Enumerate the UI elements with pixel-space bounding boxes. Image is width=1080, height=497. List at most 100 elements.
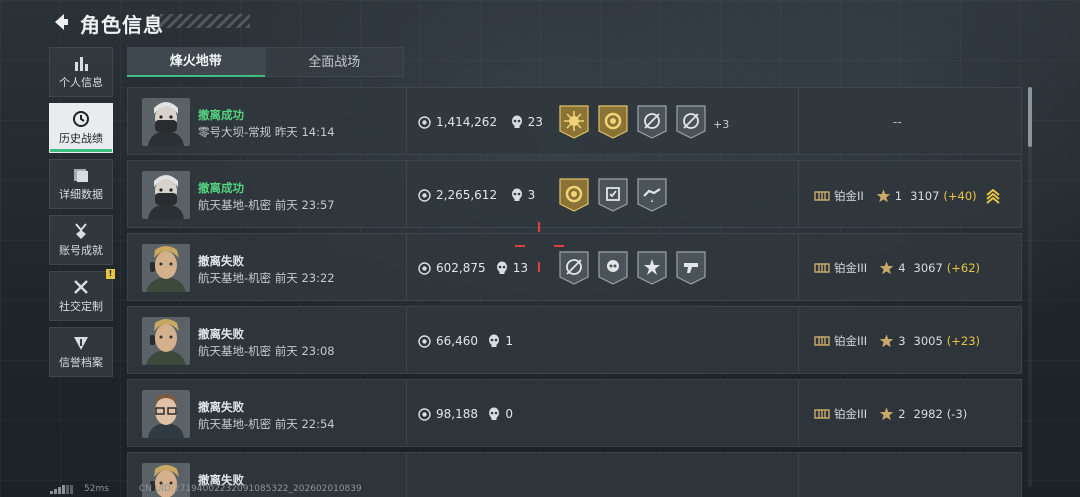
sidebar-item[interactable]: 个人信息 — [49, 47, 113, 97]
platinum-rank-icon — [814, 409, 830, 419]
match-row[interactable]: 撤离成功 零号大坝-常规 昨天 14:14 1,414,262 23 +3 -- — [127, 87, 1022, 155]
coin-icon — [418, 408, 431, 421]
coin-icon — [418, 335, 431, 348]
bar-chart-icon — [75, 57, 88, 71]
medal-icon[interactable] — [676, 105, 706, 143]
row-divider — [798, 234, 799, 300]
sidebar-item[interactable]: 社交定制! — [49, 269, 115, 321]
row-divider — [406, 307, 407, 373]
mode-tabs: 烽火地带 全面战场 — [127, 47, 404, 77]
tools-icon — [74, 280, 88, 294]
rank-stars: 1 — [894, 189, 903, 203]
kill-count: 0 — [505, 407, 514, 421]
match-time: 前天 23:22 — [274, 271, 335, 285]
kill-count: 1 — [505, 334, 514, 348]
medal-icon[interactable] — [637, 251, 667, 289]
ping-value: 52ms — [84, 484, 109, 494]
tab-firezone[interactable]: 烽火地带 — [127, 47, 265, 77]
medal-icon[interactable] — [637, 105, 667, 143]
row-divider — [406, 380, 407, 446]
platinum-rank-icon — [814, 336, 830, 346]
medal-icon[interactable] — [559, 105, 589, 143]
sidebar-item[interactable]: 信誉档案 — [49, 327, 113, 377]
rank-stars: 2 — [898, 407, 906, 421]
row-divider — [406, 88, 407, 154]
kill-count: 13 — [512, 261, 529, 275]
rank-score: 3005 — [913, 334, 943, 348]
loot-value: 1,414,262 — [436, 115, 498, 129]
medal-icon[interactable] — [637, 178, 667, 216]
sidebar: 个人信息 历史战绩 详细数据 账号成就 社交定制! 信誉档案 — [49, 47, 115, 383]
sidebar-item[interactable]: 详细数据 — [49, 159, 113, 209]
medal-list — [559, 178, 667, 216]
row-divider — [406, 234, 407, 300]
medal-icon[interactable] — [559, 178, 589, 216]
sidebar-item-label: 信誉档案 — [59, 356, 103, 369]
score-delta: (+40) — [943, 189, 977, 203]
loot-value: 602,875 — [436, 261, 486, 275]
sidebar-item[interactable]: 账号成就 — [49, 215, 113, 265]
sidebar-item-label: 历史战绩 — [59, 132, 103, 145]
match-row[interactable]: 撤离失败 航天基地-机密 前天 23:08 66,460 1 铂金III 3 3005 (+2… — [127, 306, 1022, 374]
scroll-thumb[interactable] — [1028, 87, 1032, 147]
page-title: 角色信息 — [80, 13, 164, 37]
extract-status: 撤离成功 — [198, 181, 244, 195]
rank-score: 3067 — [913, 261, 943, 275]
skull-icon — [489, 407, 500, 420]
sidebar-item-label: 详细数据 — [59, 188, 103, 201]
extract-status: 撤离失败 — [198, 254, 244, 268]
crosshair-mark — [538, 222, 540, 232]
match-row[interactable]: 撤离失败 航天基地-机密 前天 23:22 602,875 13 铂金III 4 3067(… — [127, 233, 1022, 301]
star-icon — [876, 189, 891, 203]
uid-text: CN UID:2719400223209108532​2_20260201083… — [138, 484, 362, 494]
sidebar-item[interactable]: 历史战绩 — [49, 103, 113, 153]
sidebar-item-label: 社交定制 — [59, 300, 103, 313]
medal-icon[interactable] — [598, 178, 628, 216]
row-divider — [406, 161, 407, 227]
star-icon — [879, 261, 894, 275]
medal-icon[interactable] — [559, 251, 589, 289]
row-divider — [798, 161, 799, 227]
match-row[interactable]: 撤离成功 航天基地-机密 前天 23:57 2,265,612 3 铂金II 1 3107(… — [127, 160, 1022, 228]
rank-info: 铂金III 2 2982 (-3) — [814, 406, 967, 422]
history-icon — [73, 111, 89, 127]
shield-icon — [74, 337, 88, 350]
rank-stars: 4 — [898, 261, 906, 275]
medal-icon[interactable] — [598, 251, 628, 289]
loot-value: 66,460 — [436, 334, 478, 348]
kill-count: 3 — [527, 188, 536, 202]
match-meta: 航天基地-机密 前天 22:54 — [198, 416, 335, 432]
rank-score: 3107 — [910, 189, 940, 203]
match-meta: 航天基地-机密 前天 23:57 — [198, 197, 335, 213]
operator-avatar — [142, 171, 190, 219]
crosshair-mark — [554, 245, 564, 247]
map-name: 零号大坝-常规 — [198, 125, 272, 139]
medal-icon[interactable] — [676, 251, 706, 289]
rank-info: 铂金II 1 3107 (+40) — [814, 187, 1001, 205]
rank-up-chevron-icon — [986, 188, 1000, 204]
back-arrow-icon[interactable] — [50, 11, 72, 33]
match-time: 昨天 14:14 — [274, 125, 335, 139]
match-row[interactable]: 撤离失败 航天基地-机密 前天 22:54 98,188 0 铂金III 2 2982 (-3… — [127, 379, 1022, 447]
kill-count: 23 — [527, 115, 543, 129]
match-meta: 零号大坝-常规 昨天 14:14 — [198, 124, 335, 140]
medal-icon — [75, 223, 87, 239]
rank-score: 2982 — [913, 407, 943, 421]
medal-list: +3 — [559, 105, 729, 143]
score-delta: (+62) — [946, 261, 981, 275]
map-name: 航天基地-机密 — [198, 417, 272, 431]
rank-stars: 3 — [898, 334, 906, 348]
medal-icon[interactable] — [598, 105, 628, 143]
title-decoration — [160, 14, 250, 28]
score-delta: (+23) — [946, 334, 981, 348]
match-history-list[interactable]: 撤离成功 零号大坝-常规 昨天 14:14 1,414,262 23 +3 -- 撤离成功航… — [127, 87, 1022, 497]
loot-value: 98,188 — [436, 407, 478, 421]
notification-badge: ! — [106, 269, 115, 279]
rank-placeholder: -- — [893, 115, 902, 129]
scroll-track[interactable] — [1028, 87, 1032, 487]
row-divider — [798, 453, 799, 497]
more-medals-count[interactable]: +3 — [713, 118, 729, 131]
tab-full-battlefield[interactable]: 全面战场 — [264, 47, 404, 77]
status-footer: 52ms CN UID:2719400223209108532​2_202602… — [50, 484, 362, 494]
match-time: 前天 23:57 — [274, 198, 335, 212]
